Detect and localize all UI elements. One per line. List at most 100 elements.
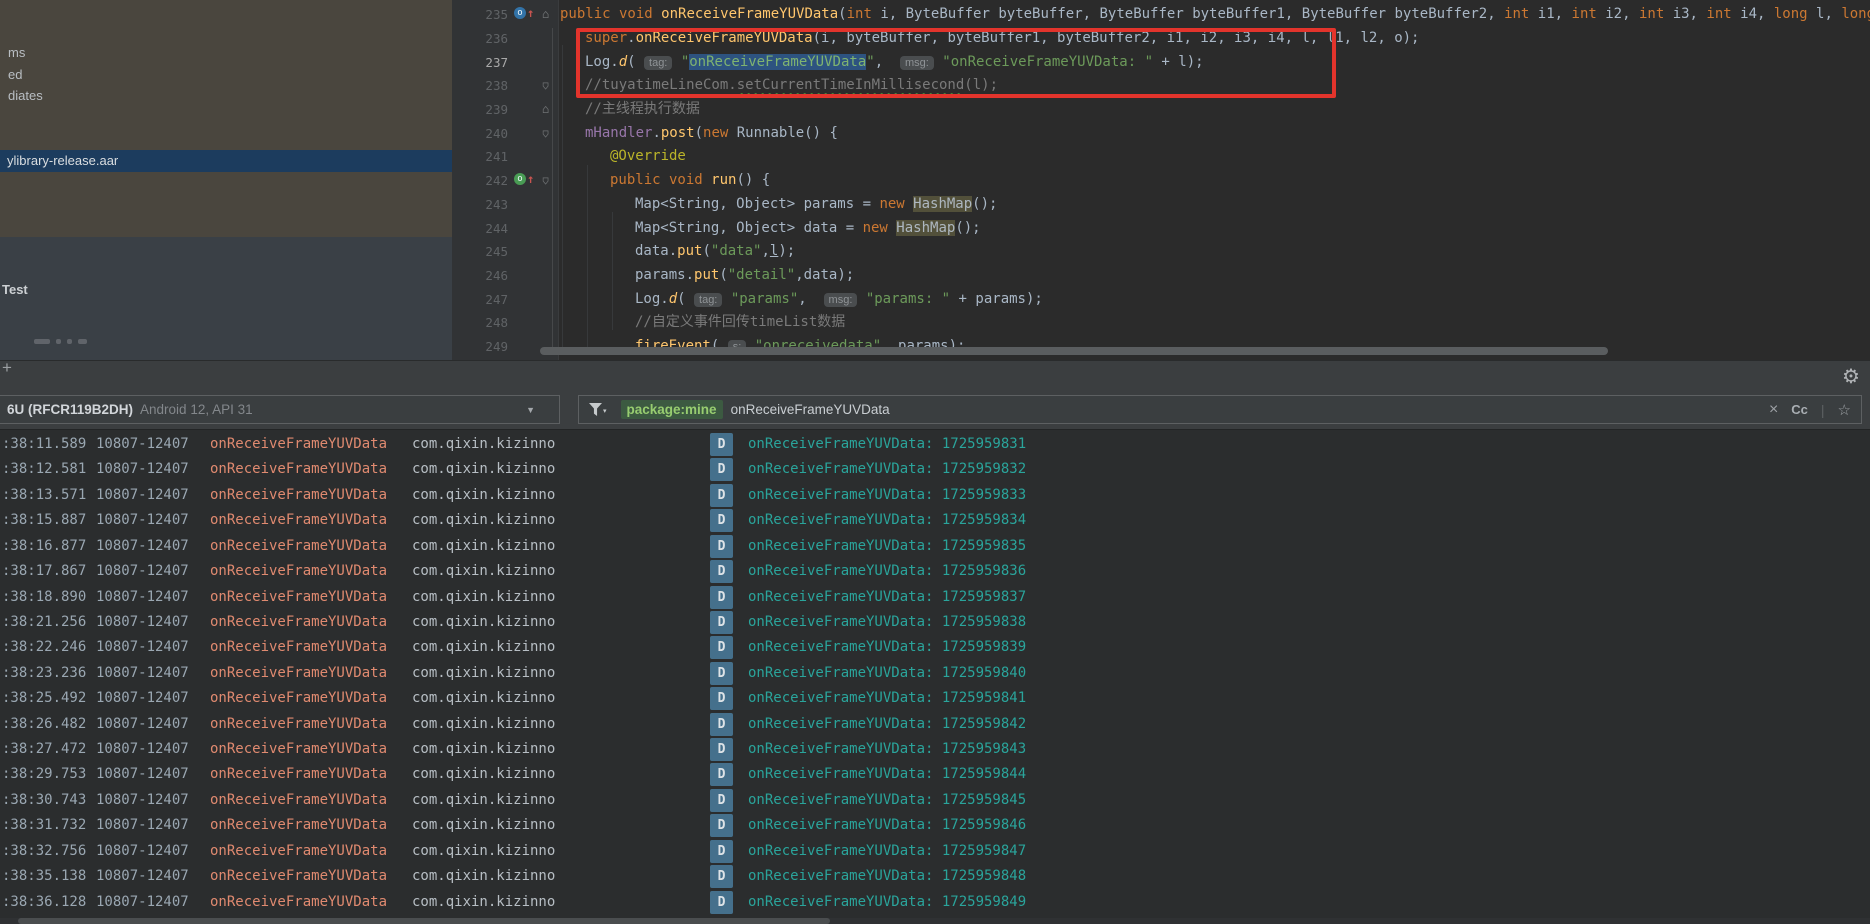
log-row[interactable]: :38:29.75310807-12407onReceiveFrameYUVDa… [0, 762, 1870, 787]
log-row[interactable]: :38:22.24610807-12407onReceiveFrameYUVDa… [0, 635, 1870, 660]
code-token: new [703, 125, 728, 141]
line-number[interactable]: 239 [452, 98, 508, 122]
code-text: Log.d( tag: "params", msg: "params: " + … [560, 288, 1043, 313]
log-row[interactable]: :38:18.89010807-12407onReceiveFrameYUVDa… [0, 585, 1870, 610]
filter-funnel-icon[interactable]: ▾ [589, 403, 607, 416]
line-number[interactable]: 248 [452, 311, 508, 335]
log-row[interactable]: :38:27.47210807-12407onReceiveFrameYUVDa… [0, 737, 1870, 762]
log-row[interactable]: :38:11.58910807-12407onReceiveFrameYUVDa… [0, 432, 1870, 457]
log-row[interactable]: :38:15.88710807-12407onReceiveFrameYUVDa… [0, 508, 1870, 533]
log-row[interactable]: :38:31.73210807-12407onReceiveFrameYUVDa… [0, 813, 1870, 838]
line-number[interactable]: 246 [452, 264, 508, 288]
log-row[interactable]: :38:30.74310807-12407onReceiveFrameYUVDa… [0, 788, 1870, 813]
code-text: mHandler.post(new Runnable() { [560, 122, 838, 146]
line-number[interactable]: 238 [452, 74, 508, 98]
code-line[interactable]: 241@Override [452, 145, 1870, 169]
log-row[interactable]: :38:26.48210807-12407onReceiveFrameYUVDa… [0, 712, 1870, 737]
clear-filter-icon[interactable]: × [1769, 401, 1778, 419]
project-hscrollbar[interactable] [34, 339, 87, 344]
filter-chip-package-mine[interactable]: package:mine [621, 400, 723, 419]
project-tree-item[interactable]: ed [8, 65, 22, 85]
log-row[interactable]: :38:16.87710807-12407onReceiveFrameYUVDa… [0, 534, 1870, 559]
log-tag: onReceiveFrameYUVData [210, 610, 387, 635]
chevron-down-icon[interactable]: ▼ [526, 405, 535, 415]
fold-marker-icon[interactable]: ⌂ [542, 3, 549, 27]
line-number[interactable]: 235 [452, 3, 508, 27]
code-token: HashMap [913, 196, 972, 212]
line-number[interactable]: 237 [452, 51, 508, 75]
code-editor[interactable]: 235o↑⌂public void onReceiveFrameYUVData(… [452, 0, 1870, 360]
code-token: ( [677, 291, 694, 307]
code-line[interactable]: 239⌂//主线程执行数据 [452, 98, 1870, 122]
project-tree-item-selected[interactable]: ylibrary-release.aar [0, 150, 452, 172]
fold-marker-icon[interactable]: ⌂ [542, 98, 549, 122]
plus-icon[interactable]: + [2, 358, 12, 378]
line-number[interactable]: 241 [452, 145, 508, 169]
project-tree-item[interactable]: ms [8, 43, 25, 63]
log-row[interactable]: :38:35.13810807-12407onReceiveFrameYUVDa… [0, 864, 1870, 889]
line-number[interactable]: 236 [452, 27, 508, 51]
scrollbar-thumb[interactable] [18, 918, 830, 924]
log-row[interactable]: :38:36.12810807-12407onReceiveFrameYUVDa… [0, 890, 1870, 915]
log-pid: 10807-12407 [96, 585, 189, 610]
line-number[interactable]: 240 [452, 122, 508, 146]
code-token: (); [955, 220, 980, 236]
code-line[interactable]: 243Map<String, Object> params = new Hash… [452, 193, 1870, 217]
log-level-badge: D [710, 636, 733, 659]
log-row[interactable]: :38:13.57110807-12407onReceiveFrameYUVDa… [0, 483, 1870, 508]
code-token: ( [695, 125, 703, 141]
code-token: put [694, 267, 719, 283]
log-row[interactable]: :38:12.58110807-12407onReceiveFrameYUVDa… [0, 457, 1870, 482]
log-row[interactable]: :38:21.25610807-12407onReceiveFrameYUVDa… [0, 610, 1870, 635]
code-line[interactable]: 238⌂//tuyatimeLineCom.setCurrentTimeInMi… [452, 74, 1870, 98]
overridden-method-icon[interactable]: o↑ [514, 173, 534, 185]
line-number[interactable]: 247 [452, 288, 508, 312]
project-tree-item[interactable]: diates [8, 86, 43, 106]
log-row[interactable]: :38:32.75610807-12407onReceiveFrameYUVDa… [0, 839, 1870, 864]
logcat-output[interactable]: :38:11.58910807-12407onReceiveFrameYUVDa… [0, 430, 1870, 918]
favorite-filter-star-icon[interactable]: ☆ [1838, 401, 1851, 419]
code-line[interactable]: 247 Log.d( tag: "params", msg: "params: "… [452, 288, 1870, 312]
line-number[interactable]: 245 [452, 240, 508, 264]
filter-query-text[interactable]: onReceiveFrameYUVData [731, 402, 890, 417]
match-case-toggle[interactable]: Cc [1791, 402, 1808, 417]
project-tree-item-test[interactable]: Test [2, 282, 28, 297]
funnel-caret-icon: ▾ [603, 407, 607, 415]
code-line[interactable]: 237Log.d( tag: "onReceiveFrameYUVData", … [452, 51, 1870, 75]
line-number[interactable]: 242 [452, 169, 508, 193]
fold-marker-icon[interactable]: ⌂ [542, 122, 549, 146]
log-level-badge: D [710, 713, 733, 736]
fold-marker-icon[interactable]: ⌂ [542, 169, 549, 193]
log-message: onReceiveFrameYUVData: 1725959846 [748, 813, 1026, 838]
code-line[interactable]: 236super.onReceiveFrameYUVData(i, byteBu… [452, 27, 1870, 51]
code-line[interactable]: 248//自定义事件回传timeList数据 [452, 311, 1870, 335]
code-line[interactable]: 235o↑⌂public void onReceiveFrameYUVData(… [452, 3, 1870, 27]
log-pid: 10807-12407 [96, 508, 189, 533]
editor-hscrollbar[interactable] [540, 347, 1608, 355]
line-number[interactable]: 244 [452, 217, 508, 241]
code-token: ( [838, 6, 846, 22]
code-line[interactable]: 240 ⌂ mHandler.post(new Runnable() { [452, 122, 1870, 146]
code-token [672, 54, 680, 70]
log-row[interactable]: :38:23.23610807-12407onReceiveFrameYUVDa… [0, 661, 1870, 686]
fold-marker-icon[interactable]: ⌂ [542, 74, 549, 98]
log-row[interactable]: :38:25.49210807-12407onReceiveFrameYUVDa… [0, 686, 1870, 711]
code-line[interactable]: 242o↑⌂public void run() { [452, 169, 1870, 193]
line-number[interactable]: 243 [452, 193, 508, 217]
code-token: . [627, 30, 635, 46]
log-package: com.qixin.kizinno [412, 737, 555, 762]
log-pid: 10807-12407 [96, 890, 189, 915]
line-number[interactable]: 249 [452, 335, 508, 359]
code-line[interactable]: 244Map<String, Object> data = new HashMa… [452, 217, 1870, 241]
device-selector[interactable]: 6U (RFCR119B2DH) Android 12, API 31 ▼ [0, 395, 560, 424]
override-method-icon[interactable]: o↑ [514, 7, 534, 19]
logcat-hscrollbar[interactable] [0, 918, 1870, 924]
code-line[interactable]: 246params.put("detail",data); [452, 264, 1870, 288]
settings-gear-icon[interactable]: ⚙ [1842, 364, 1860, 389]
log-pid: 10807-12407 [96, 534, 189, 559]
log-tag: onReceiveFrameYUVData [210, 585, 387, 610]
code-line[interactable]: 245data.put("data",l); [452, 240, 1870, 264]
logcat-filter-input[interactable]: ▾ package:mine onReceiveFrameYUVData × C… [578, 395, 1862, 424]
log-row[interactable]: :38:17.86710807-12407onReceiveFrameYUVDa… [0, 559, 1870, 584]
code-token: , [798, 291, 823, 307]
